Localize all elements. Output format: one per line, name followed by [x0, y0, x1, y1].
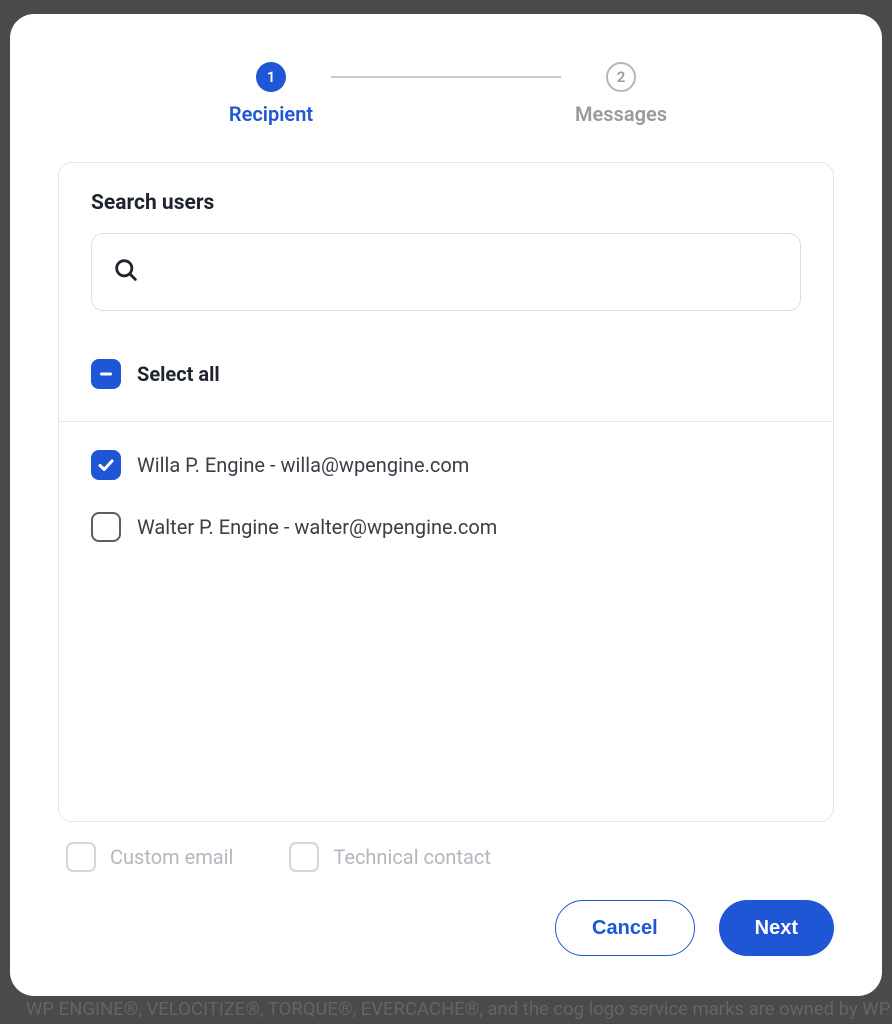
user-row[interactable]: Walter P. Engine - walter@wpengine.com: [91, 512, 801, 542]
step-messages[interactable]: 2 Messages: [561, 62, 681, 126]
user-label: Walter P. Engine - walter@wpengine.com: [137, 515, 497, 539]
search-section: Search users: [59, 163, 833, 335]
custom-email-checkbox: [66, 842, 96, 872]
background-legal-text: WP ENGINE®, VELOCITIZE®, TORQUE®, EVERCA…: [26, 998, 892, 1020]
step-circle-1: 1: [256, 62, 286, 92]
recipient-card: Search users Select all: [58, 162, 834, 822]
step-label-1: Recipient: [229, 102, 313, 126]
user-list: Willa P. Engine - willa@wpengine.com Wal…: [59, 422, 833, 821]
technical-contact-option: Technical contact: [289, 842, 491, 872]
technical-contact-checkbox: [289, 842, 319, 872]
user-checkbox-checked[interactable]: [91, 450, 121, 480]
search-box[interactable]: [91, 233, 801, 311]
user-row[interactable]: Willa P. Engine - willa@wpengine.com: [91, 450, 801, 480]
next-button[interactable]: Next: [719, 900, 834, 956]
step-connector: [331, 76, 561, 78]
select-all-checkbox[interactable]: [91, 359, 121, 389]
recipient-modal: 1 Recipient 2 Messages Search users: [10, 14, 882, 996]
cancel-button[interactable]: Cancel: [555, 900, 695, 956]
technical-contact-label: Technical contact: [333, 845, 491, 869]
search-icon: [112, 256, 140, 288]
step-circle-2: 2: [606, 62, 636, 92]
search-input[interactable]: [154, 261, 780, 284]
user-label: Willa P. Engine - willa@wpengine.com: [137, 453, 469, 477]
extra-options: Custom email Technical contact: [58, 822, 834, 878]
modal-footer: Cancel Next: [58, 900, 834, 956]
custom-email-label: Custom email: [110, 845, 233, 869]
step-label-2: Messages: [575, 102, 667, 126]
select-all-label: Select all: [137, 362, 220, 386]
select-all-row[interactable]: Select all: [59, 335, 833, 422]
user-checkbox-unchecked[interactable]: [91, 512, 121, 542]
custom-email-option: Custom email: [66, 842, 233, 872]
search-users-title: Search users: [91, 191, 801, 215]
step-recipient[interactable]: 1 Recipient: [211, 62, 331, 126]
stepper: 1 Recipient 2 Messages: [58, 62, 834, 126]
